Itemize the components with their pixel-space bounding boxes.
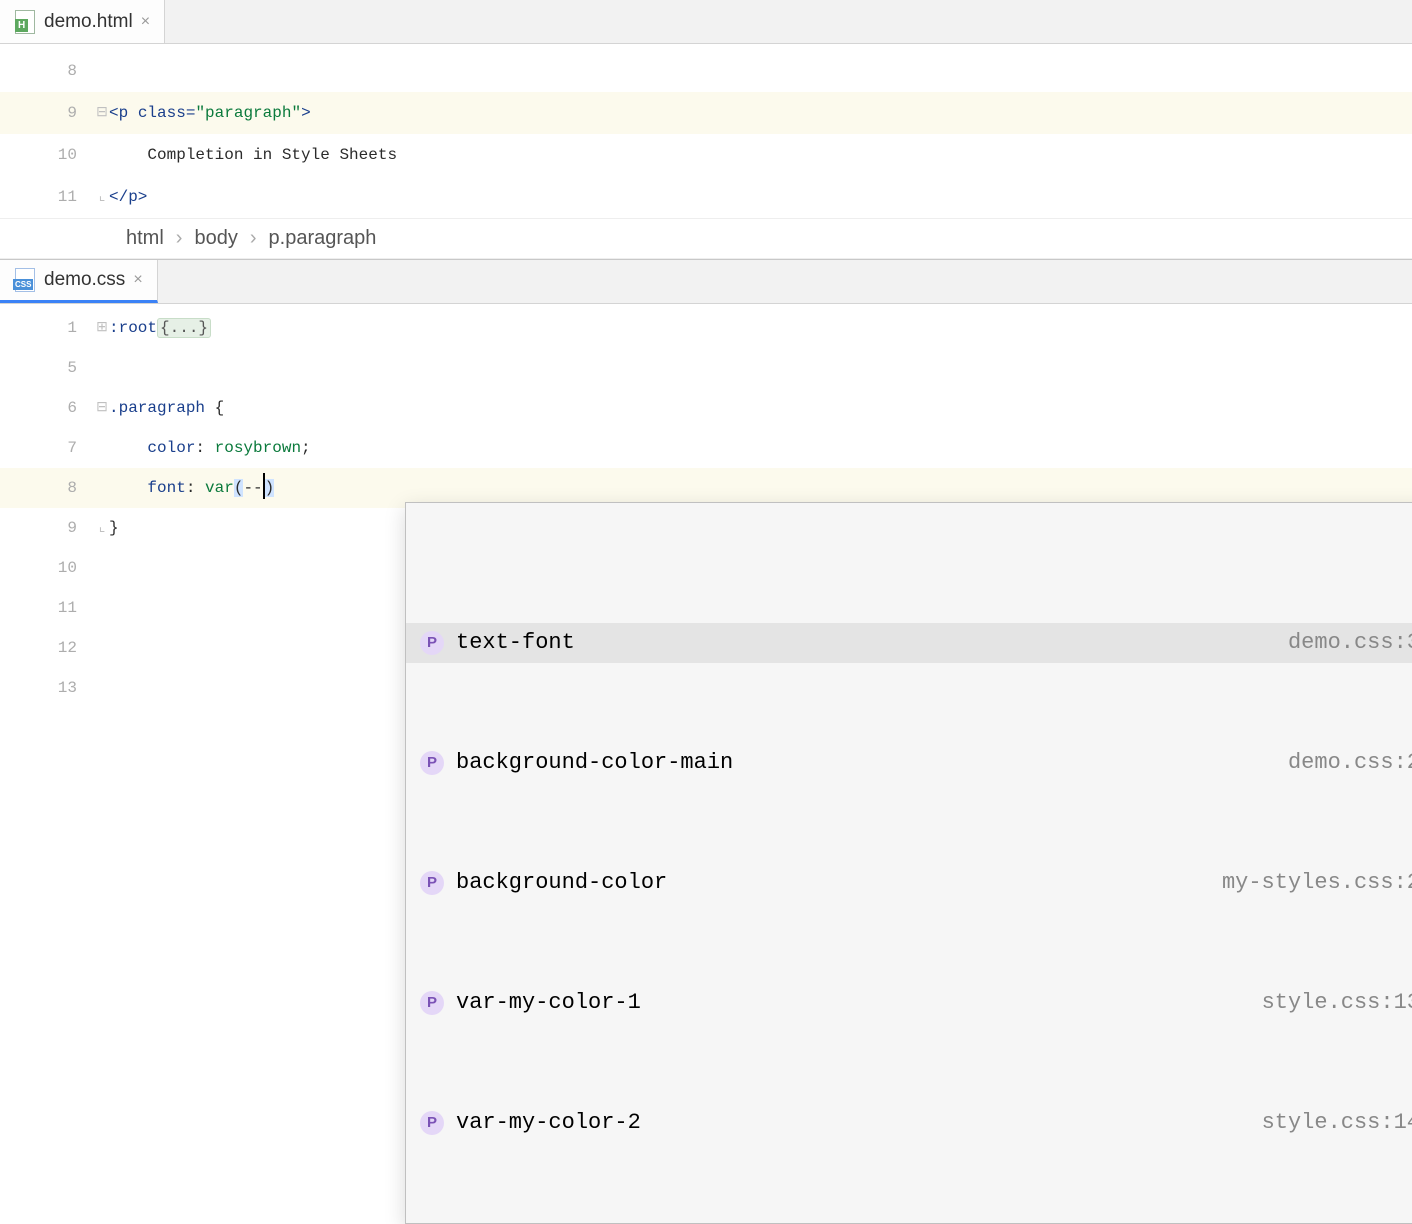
- tab-bar-top: demo.html ×: [0, 0, 1412, 44]
- fold-expand-icon[interactable]: ⊞: [95, 308, 109, 348]
- line-number: 9: [0, 508, 95, 548]
- line-number: 1: [0, 308, 95, 348]
- completion-location: style.css:14: [1262, 1103, 1412, 1143]
- line-number: 8: [0, 50, 95, 92]
- code-editor-css[interactable]: 1 ⊞ :root{...} 5 6 ⊟ .paragraph { 7 colo…: [0, 304, 1412, 708]
- breadcrumb: html › body › p.paragraph: [0, 218, 1412, 259]
- completion-label: background-color: [456, 863, 667, 903]
- breadcrumb-item[interactable]: body: [194, 227, 237, 250]
- line-number: 13: [0, 668, 95, 708]
- tab-bar-bottom: demo.css ×: [0, 260, 1412, 304]
- property-badge-icon: P: [420, 1111, 444, 1135]
- text-cursor: [263, 473, 265, 499]
- code-editor-html[interactable]: 8 9 ⊟ <p class="paragraph"> 10 Completio…: [0, 44, 1412, 218]
- completion-location: demo.css:3: [1288, 623, 1412, 663]
- tab-demo-html[interactable]: demo.html ×: [0, 0, 165, 43]
- fold-marker-icon[interactable]: ⊟: [95, 388, 109, 428]
- completion-label: var-my-color-2: [456, 1103, 641, 1143]
- line-number: 7: [0, 428, 95, 468]
- line-number: 6: [0, 388, 95, 428]
- completion-location: style.css:13: [1262, 983, 1412, 1023]
- tab-label: demo.html: [44, 11, 133, 33]
- css-file-icon: [14, 269, 36, 291]
- property-badge-icon: P: [420, 751, 444, 775]
- property-badge-icon: P: [420, 871, 444, 895]
- completion-item[interactable]: P var-my-color-2 style.css:14: [406, 1103, 1412, 1143]
- breadcrumb-item[interactable]: p.paragraph: [269, 227, 377, 250]
- html-file-icon: [14, 11, 36, 33]
- line-number: 11: [0, 176, 95, 218]
- completion-popup: P text-font demo.css:3 P background-colo…: [405, 502, 1412, 1224]
- property-badge-icon: P: [420, 631, 444, 655]
- completion-location: my-styles.css:2: [1222, 863, 1412, 903]
- close-icon[interactable]: ×: [141, 13, 150, 31]
- completion-label: background-color-main: [456, 743, 733, 783]
- line-number: 11: [0, 588, 95, 628]
- completion-item[interactable]: P background-color-main demo.css:2: [406, 743, 1412, 783]
- line-number: 10: [0, 134, 95, 176]
- editor-pane-html: demo.html × 8 9 ⊟ <p class="paragraph"> …: [0, 0, 1412, 259]
- tab-demo-css[interactable]: demo.css ×: [0, 260, 158, 303]
- line-number: 9: [0, 92, 95, 134]
- fold-gutter: [95, 50, 109, 92]
- line-number: 10: [0, 548, 95, 588]
- fold-end-icon: ⌞: [95, 508, 109, 548]
- line-number: 12: [0, 628, 95, 668]
- completion-label: text-font: [456, 623, 575, 663]
- completion-item[interactable]: P text-font demo.css:3: [406, 623, 1412, 663]
- line-number: 5: [0, 348, 95, 388]
- fold-marker-icon[interactable]: ⊟: [95, 92, 109, 134]
- editor-pane-css: demo.css × 1 ⊞ :root{...} 5 6 ⊟ .paragra…: [0, 260, 1412, 708]
- completion-label: var-my-color-1: [456, 983, 641, 1023]
- chevron-right-icon: ›: [176, 227, 183, 250]
- fold-end-icon: ⌞: [95, 176, 109, 218]
- breadcrumb-item[interactable]: html: [126, 227, 164, 250]
- tab-label: demo.css: [44, 269, 125, 291]
- completion-item[interactable]: P var-my-color-1 style.css:13: [406, 983, 1412, 1023]
- close-icon[interactable]: ×: [133, 271, 142, 289]
- completion-location: demo.css:2: [1288, 743, 1412, 783]
- chevron-right-icon: ›: [250, 227, 257, 250]
- completion-item[interactable]: P background-color my-styles.css:2: [406, 863, 1412, 903]
- property-badge-icon: P: [420, 991, 444, 1015]
- line-number: 8: [0, 468, 95, 508]
